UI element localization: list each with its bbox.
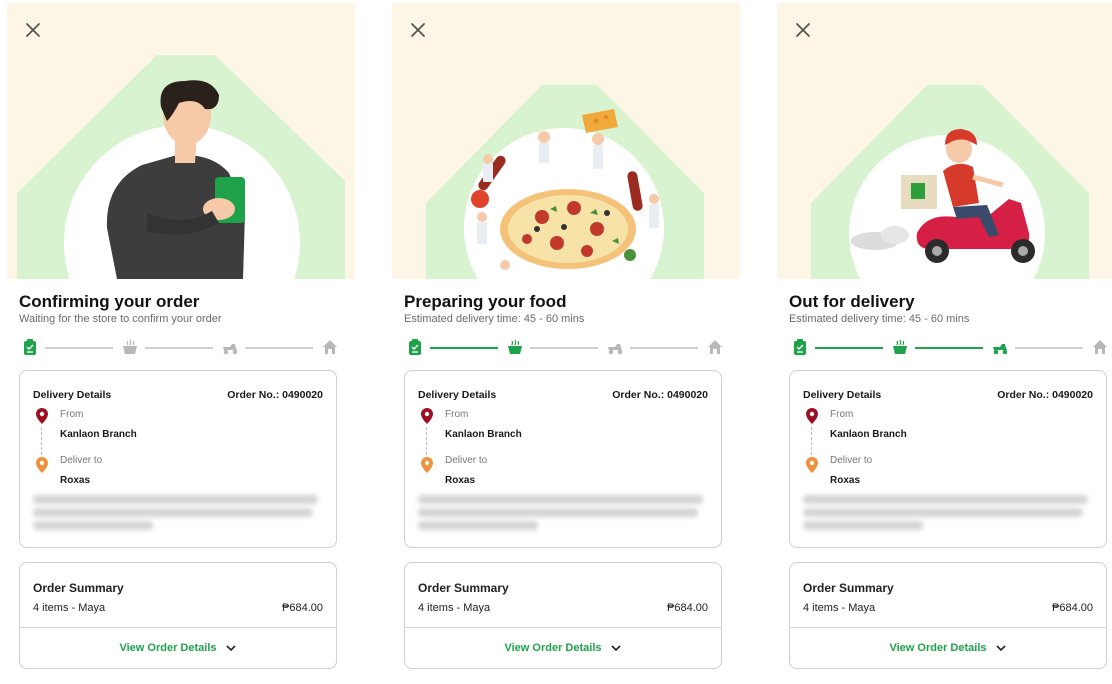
order-total: ₱684.00 [282, 602, 323, 614]
order-progress-tracker [791, 338, 1111, 358]
chevron-down-icon [225, 645, 236, 652]
view-order-details-button[interactable]: View Order Details [405, 627, 721, 669]
deliver-to-value: Roxas [60, 475, 91, 486]
hero-illustration [392, 3, 740, 279]
view-order-details-button[interactable]: View Order Details [790, 627, 1106, 669]
deliver-to-label: Deliver to [60, 455, 103, 466]
progress-line-1 [430, 347, 498, 349]
progress-line-1 [815, 347, 883, 349]
order-number: Order No.: 0490020 [612, 389, 708, 401]
chefs-preparing-pizza-illustration [426, 85, 704, 279]
order-number-label: Order No.: [997, 389, 1050, 401]
order-items: 4 items - Maya [418, 602, 491, 614]
order-status-screen-out-for-delivery: Out for delivery Estimated delivery time… [777, 0, 1112, 684]
cooking-pot-icon [123, 339, 137, 354]
order-summary-heading: Order Summary [418, 581, 509, 595]
order-number-value: 0490020 [282, 389, 323, 401]
progress-line-1 [45, 347, 113, 349]
home-icon [323, 340, 337, 354]
status-title: Out for delivery [789, 292, 915, 311]
from-value: Kanlaon Branch [445, 429, 522, 440]
order-progress-tracker [21, 338, 341, 358]
person-holding-phone-illustration [17, 55, 345, 279]
from-label: From [830, 409, 854, 420]
view-order-details-label: View Order Details [504, 642, 602, 654]
order-confirmed-icon [409, 339, 421, 355]
home-icon [1093, 340, 1107, 354]
status-subtitle: Estimated delivery time: 45 - 60 mins [404, 313, 585, 325]
map-pin-icon [421, 457, 433, 473]
route-connector [811, 427, 812, 455]
map-pin-icon [36, 457, 48, 473]
order-status-screen-preparing: Preparing your food Estimated delivery t… [392, 0, 740, 684]
deliver-to-label: Deliver to [830, 455, 873, 466]
map-pin-icon [421, 408, 433, 424]
progress-line-3 [1015, 347, 1083, 349]
order-confirmed-icon [24, 339, 36, 355]
status-subtitle: Estimated delivery time: 45 - 60 mins [789, 313, 970, 325]
order-total: ₱684.00 [667, 602, 708, 614]
delivery-details-heading: Delivery Details [803, 389, 882, 401]
order-progress-tracker [406, 338, 726, 358]
deliver-to-label: Deliver to [445, 455, 488, 466]
view-order-details-label: View Order Details [119, 642, 217, 654]
hero-illustration [777, 3, 1112, 279]
progress-line-3 [630, 347, 698, 349]
home-icon [708, 340, 722, 354]
delivery-details-card: Delivery Details Order No.: 0490020 From… [19, 370, 337, 548]
route-connector [426, 427, 427, 455]
deliver-to-value: Roxas [445, 475, 476, 486]
order-summary-card: Order Summary 4 items - Maya ₱684.00 Vie… [404, 562, 722, 669]
order-status-screen-confirming: Confirming your order Waiting for the st… [7, 0, 355, 684]
delivery-scooter-icon [993, 344, 1008, 355]
order-number-label: Order No.: [227, 389, 280, 401]
order-number-value: 0490020 [667, 389, 708, 401]
delivery-details-card: Delivery Details Order No.: 0490020 From… [789, 370, 1107, 548]
order-summary-heading: Order Summary [33, 581, 124, 595]
from-value: Kanlaon Branch [60, 429, 137, 440]
cooking-pot-icon [508, 339, 522, 354]
status-title: Confirming your order [19, 292, 200, 311]
deliver-to-value: Roxas [830, 475, 861, 486]
from-label: From [60, 409, 84, 420]
status-subtitle: Waiting for the store to confirm your or… [19, 313, 222, 325]
progress-line-2 [530, 347, 598, 349]
delivery-details-heading: Delivery Details [33, 389, 112, 401]
from-label: From [445, 409, 469, 420]
close-icon[interactable] [793, 20, 813, 40]
order-total: ₱684.00 [1052, 602, 1093, 614]
progress-line-2 [915, 347, 983, 349]
cooking-pot-icon [893, 339, 907, 354]
close-icon[interactable] [408, 20, 428, 40]
progress-line-2 [145, 347, 213, 349]
order-items: 4 items - Maya [803, 602, 876, 614]
view-order-details-label: View Order Details [889, 642, 987, 654]
delivery-details-card: Delivery Details Order No.: 0490020 From… [404, 370, 722, 548]
order-items: 4 items - Maya [33, 602, 106, 614]
delivery-scooter-icon [608, 344, 623, 355]
progress-line-3 [245, 347, 313, 349]
chevron-down-icon [610, 645, 621, 652]
from-value: Kanlaon Branch [830, 429, 907, 440]
order-summary-heading: Order Summary [803, 581, 894, 595]
order-summary-card: Order Summary 4 items - Maya ₱684.00 Vie… [789, 562, 1107, 669]
order-number-label: Order No.: [612, 389, 665, 401]
rider-on-scooter-illustration [811, 85, 1089, 279]
hero-illustration [7, 3, 355, 279]
order-confirmed-icon [794, 339, 806, 355]
delivery-details-heading: Delivery Details [418, 389, 497, 401]
status-title: Preparing your food [404, 292, 567, 311]
map-pin-icon [806, 457, 818, 473]
close-icon[interactable] [23, 20, 43, 40]
route-connector [41, 427, 42, 455]
delivery-scooter-icon [223, 344, 238, 355]
order-number: Order No.: 0490020 [227, 389, 323, 401]
order-number-value: 0490020 [1052, 389, 1093, 401]
map-pin-icon [806, 408, 818, 424]
view-order-details-button[interactable]: View Order Details [20, 627, 336, 669]
chevron-down-icon [995, 645, 1006, 652]
map-pin-icon [36, 408, 48, 424]
order-summary-card: Order Summary 4 items - Maya ₱684.00 Vie… [19, 562, 337, 669]
order-number: Order No.: 0490020 [997, 389, 1093, 401]
